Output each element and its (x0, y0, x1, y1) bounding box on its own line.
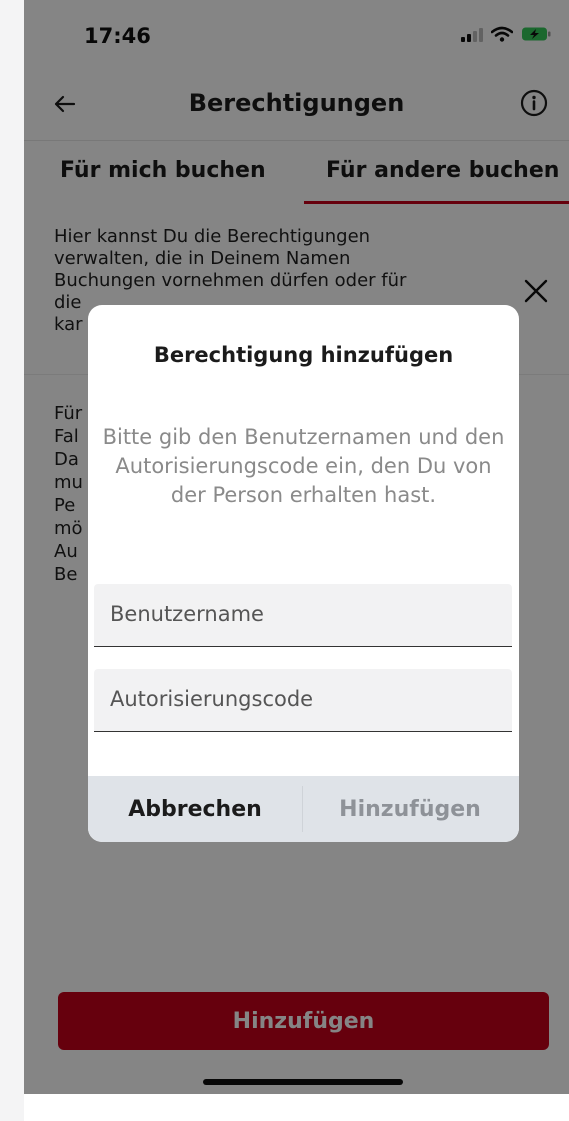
dialog-actions: Abbrechen Hinzufügen (88, 776, 519, 842)
cancel-button[interactable]: Abbrechen (88, 776, 302, 842)
add-permission-dialog: Berechtigung hinzufügen Bitte gib den Be… (88, 305, 519, 842)
username-input[interactable] (110, 584, 500, 644)
authorization-code-input[interactable] (110, 669, 500, 729)
phone-screen: 17:46 Berechtigungen Für mich buchen Für… (24, 0, 569, 1094)
left-background-strip (0, 0, 24, 1121)
authorization-code-field (94, 669, 512, 732)
dialog-message: Bitte gib den Benutzernamen und den Auto… (102, 425, 505, 507)
dialog-title: Berechtigung hinzufügen (153, 343, 454, 367)
dialog-add-button[interactable]: Hinzufügen (303, 776, 517, 842)
username-field (94, 584, 512, 647)
